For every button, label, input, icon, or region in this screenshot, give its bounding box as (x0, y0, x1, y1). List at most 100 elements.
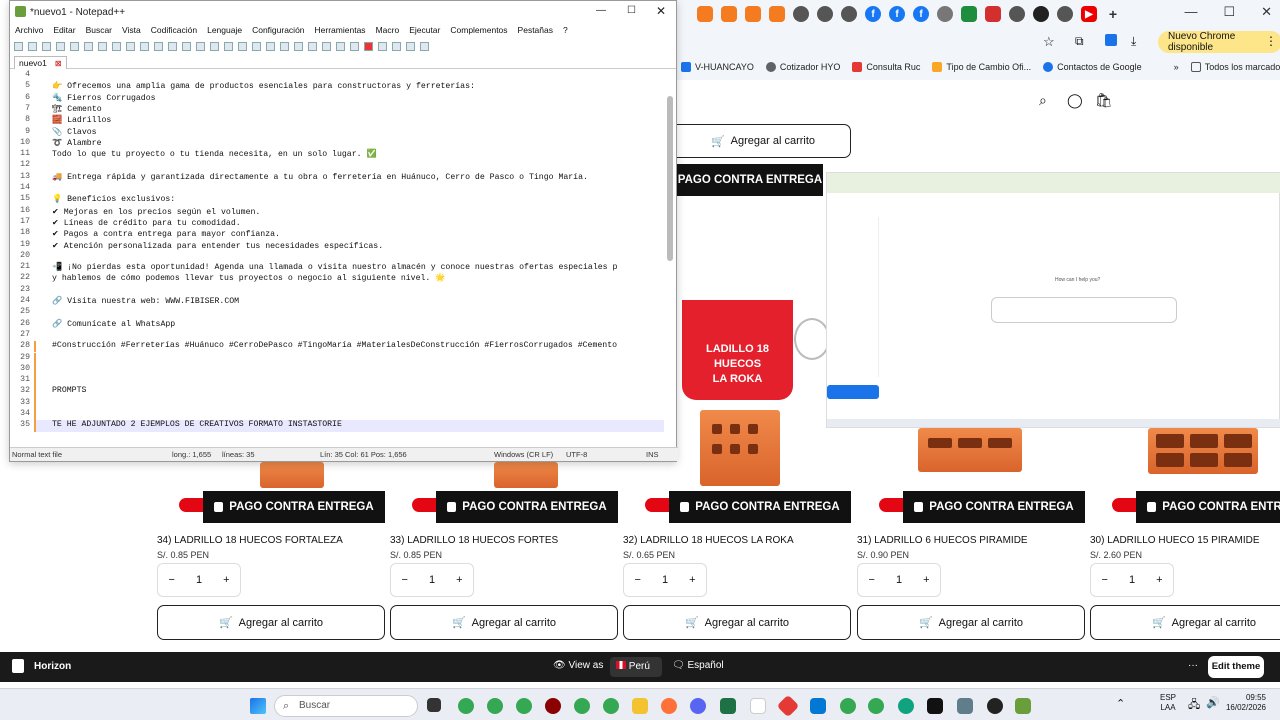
account-icon[interactable]: ◯ (1067, 92, 1083, 109)
taskbar-search[interactable]: ⌕ Buscar (274, 695, 418, 717)
view-as-button[interactable]: 👁 View as (553, 660, 603, 671)
increase-button[interactable]: + (689, 574, 695, 586)
close-all-icon[interactable] (84, 41, 93, 51)
open-icon[interactable] (28, 41, 37, 51)
menu-item[interactable]: Codificación (151, 25, 197, 35)
bookmarks-overflow[interactable]: » (1174, 62, 1179, 72)
tab-favicon-icon[interactable] (769, 6, 785, 22)
menu-item[interactable]: Archivo (15, 25, 43, 35)
chrome-icon[interactable] (574, 698, 590, 714)
decrease-button[interactable]: − (635, 574, 641, 586)
volume-icon[interactable]: 🔊 (1206, 696, 1220, 709)
bookmark-item[interactable]: Tipo de Cambio Ofi... (932, 62, 1031, 72)
chatgpt-icon[interactable] (898, 698, 914, 714)
notepad-icon[interactable] (1015, 698, 1031, 714)
search-icon[interactable]: ⌕ (1039, 92, 1047, 109)
func-list-icon[interactable] (322, 41, 331, 51)
close-icon[interactable]: ✕ (656, 4, 666, 18)
menu-item[interactable]: Lenguaje (207, 25, 242, 35)
indent-guide-icon[interactable] (280, 41, 289, 51)
bookmark-item[interactable]: Cotizador HYO (765, 62, 840, 72)
quantity-value[interactable]: 1 (1129, 574, 1135, 586)
add-to-cart-button[interactable]: 🛒 Agregar al carrito (857, 605, 1085, 640)
edit-theme-button[interactable]: Edit theme (1208, 656, 1264, 678)
product-title[interactable]: 31) LADRILLO 6 HUECOS PIRAMIDE (857, 535, 1028, 546)
product-title[interactable]: 33) LADRILLO 18 HUECOS FORTES (390, 535, 558, 546)
save-macro-icon[interactable] (420, 41, 429, 51)
decrease-button[interactable]: − (402, 574, 408, 586)
redo-icon[interactable] (168, 41, 177, 51)
maximize-icon[interactable]: ☐ (627, 5, 636, 16)
folder-workspace-icon[interactable] (336, 41, 345, 51)
facebook-icon[interactable]: f (889, 6, 905, 22)
maximize-icon[interactable]: ☐ (1223, 4, 1235, 20)
decrease-button[interactable]: − (1102, 574, 1108, 586)
notepad-scrollbar[interactable] (667, 96, 673, 261)
tab-favicon-icon[interactable] (721, 6, 737, 22)
increase-button[interactable]: + (456, 574, 462, 586)
excel-icon[interactable] (720, 698, 736, 714)
minimize-icon[interactable]: — (1184, 4, 1197, 20)
tab-favicon-icon[interactable] (817, 6, 833, 22)
new-file-icon[interactable] (14, 41, 23, 51)
save-icon[interactable] (42, 41, 51, 51)
increase-button[interactable]: + (923, 574, 929, 586)
download-icon[interactable]: ⤓ (1131, 34, 1136, 49)
quantity-value[interactable]: 1 (662, 574, 668, 586)
network-icon[interactable]: 🖧 (1188, 696, 1200, 715)
menu-item[interactable]: Ejecutar (409, 25, 440, 35)
menu-item[interactable]: Complementos (450, 25, 507, 35)
file-explorer-icon[interactable] (632, 698, 648, 714)
pdf-icon[interactable] (985, 6, 1001, 22)
find-icon[interactable] (182, 41, 191, 51)
play-macro-icon[interactable] (392, 41, 401, 51)
record-macro-icon[interactable] (364, 41, 373, 51)
app-icon[interactable] (957, 698, 973, 714)
increase-button[interactable]: + (223, 574, 229, 586)
app-icon[interactable] (927, 698, 943, 714)
run-macro-icon[interactable] (406, 41, 415, 51)
zoom-out-icon[interactable] (224, 41, 233, 51)
menu-item[interactable]: Macro (376, 25, 400, 35)
app-icon[interactable] (776, 694, 800, 718)
menu-item[interactable]: Configuración (252, 25, 304, 35)
decrease-button[interactable]: − (169, 574, 175, 586)
add-to-cart-button[interactable]: 🛒 Agregar al carrito (676, 124, 851, 158)
replace-icon[interactable] (196, 41, 205, 51)
menu-item[interactable]: Buscar (86, 25, 112, 35)
add-to-cart-button[interactable]: 🛒 Agregar al carrito (390, 605, 618, 640)
paste-icon[interactable] (140, 41, 149, 51)
tab-favicon-icon[interactable] (793, 6, 809, 22)
wrap-icon[interactable] (252, 41, 261, 51)
save-all-icon[interactable] (56, 41, 65, 51)
sync-icon[interactable] (238, 41, 247, 51)
extensions-icon[interactable]: ⧉ (1075, 34, 1084, 49)
chrome-icon[interactable] (516, 698, 532, 714)
chrome-icon[interactable] (840, 698, 856, 714)
quantity-value[interactable]: 1 (896, 574, 902, 586)
cart-icon[interactable]: 🛍 (1095, 92, 1113, 109)
task-view-icon[interactable] (427, 698, 441, 712)
tab-nuevo1[interactable]: nuevo1 ⊠ (14, 56, 67, 69)
extension-icon[interactable] (1105, 34, 1117, 46)
close-icon[interactable]: ✕ (1261, 4, 1272, 20)
facebook-icon[interactable]: f (865, 6, 881, 22)
increase-button[interactable]: + (1156, 574, 1162, 586)
zoom-in-icon[interactable] (210, 41, 219, 51)
chrome-icon[interactable] (487, 698, 503, 714)
language-indicator[interactable]: ESP LAA (1160, 693, 1176, 713)
chrome-icon[interactable] (603, 698, 619, 714)
bookmark-item[interactable]: V-HUANCAYO (681, 62, 754, 72)
tab-favicon-icon[interactable] (841, 6, 857, 22)
chrome-icon[interactable] (868, 698, 884, 714)
quantity-value[interactable]: 1 (196, 574, 202, 586)
lang-icon[interactable] (294, 41, 303, 51)
language-selector[interactable]: 🗨 Español (672, 660, 724, 671)
menu-item[interactable]: Pestañas (518, 25, 553, 35)
facebook-icon[interactable]: f (913, 6, 929, 22)
app-icon[interactable] (810, 698, 826, 714)
menu-item[interactable]: ? (563, 25, 568, 35)
more-options-button[interactable]: ··· (1188, 660, 1198, 671)
tab-favicon-icon[interactable] (1057, 6, 1073, 22)
clock[interactable]: 09:55 16/02/2026 (1222, 693, 1266, 713)
